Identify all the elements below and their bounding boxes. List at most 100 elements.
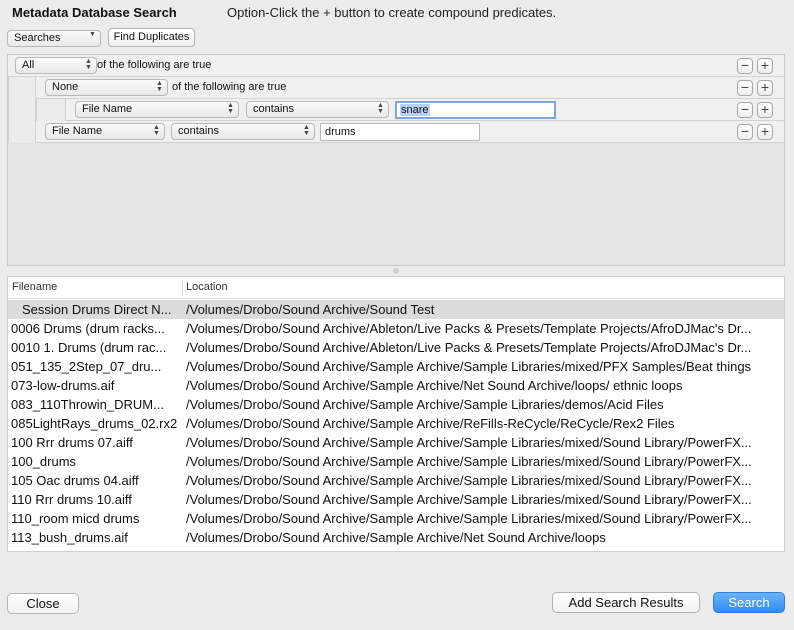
remove-row-button[interactable]: − (737, 124, 753, 140)
filename-cell: Session Drums Direct N... (22, 302, 172, 317)
stepper-arrows-icon: ▲ ▼ (303, 124, 310, 137)
predicate-row-snare: File Name ▲ ▼ contains ▲ ▼ snare − + (8, 99, 784, 121)
minus-icon: − (740, 123, 750, 139)
location-cell: /Volumes/Drobo/Sound Archive/Sample Arch… (186, 511, 752, 526)
minus-icon: − (740, 79, 750, 95)
quantifier-popup-all[interactable]: All ▲ ▼ (15, 57, 97, 74)
filename-cell: 100 Rrr drums 07.aiff (11, 435, 133, 450)
operator-popup[interactable]: contains ▲ ▼ (171, 123, 315, 140)
indent-bar (8, 99, 36, 121)
value-field[interactable]: snare (395, 101, 556, 119)
filename-cell: 100_drums (11, 454, 77, 469)
predicate-row-all: All ▲ ▼ of the following are true − + (8, 55, 784, 77)
table-row[interactable]: 073-low-drums.aif/Volumes/Drobo/Sound Ar… (8, 376, 784, 395)
search-button[interactable]: Search (713, 592, 785, 613)
compound-text: of the following are true (97, 59, 212, 71)
remove-row-button[interactable]: − (737, 58, 753, 74)
location-cell: /Volumes/Drobo/Sound Archive/Sample Arch… (186, 359, 752, 374)
location-cell: /Volumes/Drobo/Sound Archive/Sound Test (186, 302, 435, 317)
table-row[interactable]: 051_135_2Step_07_dru... /Volumes/Drobo/So… (8, 357, 784, 376)
table-row[interactable]: 0006 Drums (drum racks... /Volumes/Drobo/… (8, 319, 784, 338)
stepper-arrows-icon: ▲ ▼ (85, 58, 92, 71)
plus-icon: + (760, 79, 770, 95)
searches-popup[interactable]: Searches ▼ (7, 30, 101, 47)
quantifier-label: None (52, 81, 79, 93)
remove-row-button[interactable]: − (737, 80, 753, 96)
compound-predicate-hint: Option-Click the + button to create comp… (227, 5, 557, 20)
filename-cell: 113_bush_drums.aif (11, 530, 128, 545)
location-cell: /Volumes/Drobo/Sound Archive/Sample Arch… (186, 435, 752, 450)
add-row-button[interactable]: + (757, 124, 773, 140)
results-table: Filename Location Session Drums Direct N… (7, 276, 785, 552)
searches-popup-label: Searches (14, 32, 61, 44)
value-text: snare (400, 104, 430, 116)
plus-icon: + (760, 57, 770, 73)
indent-bar (8, 77, 36, 99)
add-row-button[interactable]: + (757, 80, 773, 96)
table-row[interactable]: 085LightRays_drums_02.rx2/Volumes/Drobo/… (8, 414, 784, 433)
table-row[interactable]: 100_drums/Volumes/Drobo/Sound Archive/Sa… (8, 452, 784, 471)
column-header-filename[interactable]: Filename (12, 281, 57, 293)
plus-icon: + (760, 123, 770, 139)
indent-bar (8, 121, 36, 143)
remove-row-button[interactable]: − (737, 102, 753, 118)
predicate-row-drums: File Name ▲ ▼ contains ▲ ▼ drums − + (8, 121, 784, 143)
column-header-location[interactable]: Location (186, 281, 228, 293)
table-header: Filename Location (8, 277, 784, 299)
operator-label: contains (253, 103, 294, 115)
compound-text: of the following are true (172, 81, 287, 93)
table-row[interactable]: 110 Rrr drums 10.aiff/Volumes/Drobo/Soun… (8, 490, 784, 509)
attribute-label: File Name (82, 103, 133, 115)
operator-label: contains (178, 125, 219, 137)
add-row-button[interactable]: + (757, 102, 773, 118)
stepper-arrows-icon: ▲ ▼ (227, 102, 234, 115)
location-cell: /Volumes/Drobo/Sound Archive/Sample Arch… (186, 473, 752, 488)
quantifier-label: All (22, 59, 35, 71)
close-button[interactable]: Close (7, 593, 79, 614)
table-row[interactable]: 113_bush_drums.aif/Volumes/Drobo/Sound A… (8, 528, 784, 547)
stepper-arrows-icon: ▲ ▼ (153, 124, 160, 137)
find-duplicates-button[interactable]: Find Duplicates (108, 28, 195, 47)
location-cell: /Volumes/Drobo/Sound Archive/Sample Arch… (186, 492, 752, 507)
filename-cell: 085LightRays_drums_02.rx2 (11, 416, 178, 431)
value-field[interactable]: drums (320, 123, 480, 141)
table-row[interactable]: Session Drums Direct N... /Volumes/Drobo/… (8, 300, 784, 319)
split-view-divider-handle[interactable] (393, 268, 399, 274)
indent-bar (36, 99, 66, 121)
add-search-results-button[interactable]: Add Search Results (552, 592, 700, 613)
filename-cell: 073-low-drums.aif (11, 378, 115, 393)
location-cell: /Volumes/Drobo/Sound Archive/Sample Arch… (186, 530, 606, 545)
location-cell: /Volumes/Drobo/Sound Archive/Ableton/Liv… (186, 321, 752, 336)
quantifier-popup-none[interactable]: None ▲ ▼ (45, 79, 168, 96)
stepper-arrows-icon: ▲ ▼ (156, 80, 163, 93)
table-row[interactable]: 110_room micd drums/Volumes/Drobo/Sound … (8, 509, 784, 528)
attribute-popup[interactable]: File Name ▲ ▼ (75, 101, 239, 118)
attribute-popup[interactable]: File Name ▲ ▼ (45, 123, 165, 140)
filename-cell: 083_110Throwin_DRUM... (11, 397, 164, 412)
filename-cell: 051_135_2Step_07_dru... (11, 359, 162, 374)
filename-cell: 0010 1. Drums (drum rac... (11, 340, 167, 355)
table-row[interactable]: 0010 1. Drums (drum rac... /Volumes/Drobo… (8, 338, 784, 357)
add-row-button[interactable]: + (757, 58, 773, 74)
minus-icon: − (740, 57, 750, 73)
window-title: Metadata Database Search (12, 5, 177, 20)
predicate-editor: All ▲ ▼ of the following are true − + Non… (7, 54, 785, 266)
table-row[interactable]: 100 Rrr drums 07.aiff/Volumes/Drobo/Soun… (8, 433, 784, 452)
location-cell: /Volumes/Drobo/Sound Archive/Sample Arch… (186, 397, 664, 412)
filename-cell: 105 Oac drums 04.aiff (11, 473, 139, 488)
value-text: drums (325, 126, 356, 138)
predicate-row-none: None ▲ ▼ of the following are true − + (8, 77, 784, 99)
attribute-label: File Name (52, 125, 103, 137)
location-cell: /Volumes/Drobo/Sound Archive/Sample Arch… (186, 378, 683, 393)
popup-arrow-icon: ▼ (89, 31, 96, 38)
table-row[interactable]: 105 Oac drums 04.aiff/Volumes/Drobo/Soun… (8, 471, 784, 490)
operator-popup[interactable]: contains ▲ ▼ (246, 101, 389, 118)
table-row[interactable]: 083_110Throwin_DRUM... /Volumes/Drobo/Sou… (8, 395, 784, 414)
stepper-arrows-icon: ▲ ▼ (377, 102, 384, 115)
table-body: Session Drums Direct N... /Volumes/Drobo/… (8, 300, 784, 547)
location-cell: /Volumes/Drobo/Sound Archive/Sample Arch… (186, 416, 675, 431)
minus-icon: − (740, 101, 750, 117)
filename-cell: 110 Rrr drums 10.aiff (11, 492, 132, 507)
column-separator[interactable] (182, 280, 183, 296)
filename-cell: 0006 Drums (drum racks... (11, 321, 165, 336)
